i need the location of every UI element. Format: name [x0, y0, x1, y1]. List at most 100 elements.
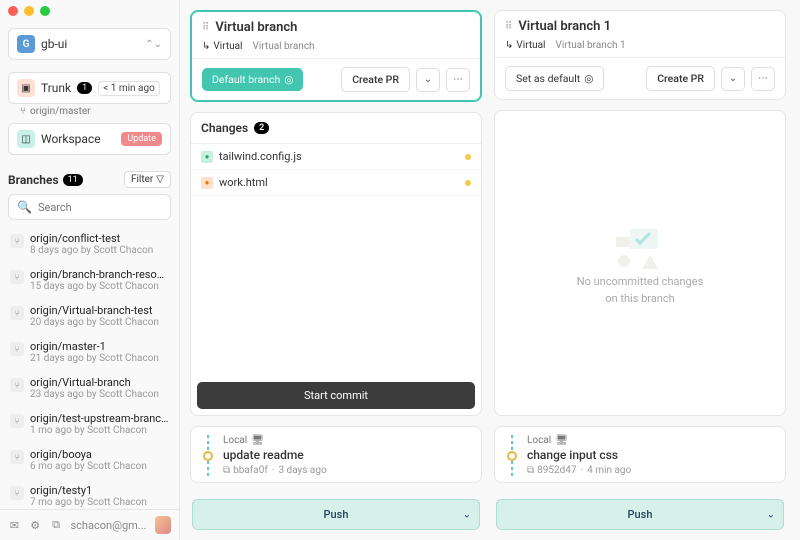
tab-branch-name[interactable]: Virtual branch 1 — [555, 40, 625, 51]
push-button[interactable]: Push ⌄ — [496, 499, 784, 530]
branch-name: origin/booya — [30, 448, 169, 461]
commit-age: 3 days ago — [278, 465, 326, 476]
gear-icon[interactable]: ⚙ — [29, 518, 42, 532]
create-pr-dropdown[interactable]: ⌄ — [416, 68, 440, 92]
branches-count-badge: 11 — [63, 174, 83, 186]
create-pr-dropdown[interactable]: ⌄ — [721, 67, 745, 91]
laptop-icon: 🖥 — [555, 435, 568, 446]
branch-meta: 20 days ago by Scott Chacon — [30, 317, 169, 328]
branch-title: Virtual branch — [215, 20, 297, 35]
branch-item[interactable]: ⑂ origin/testy1 7 mo ago by Scott Chacon — [0, 478, 179, 509]
avatar[interactable] — [155, 516, 172, 534]
branch-item[interactable]: ⑂ origin/master-1 21 days ago by Scott C… — [0, 334, 179, 370]
changes-card: Changes 2 ● tailwind.config.js ● work.ht… — [190, 112, 482, 416]
commit-age: 4 min ago — [587, 465, 631, 476]
chevron-down-icon[interactable]: ⌄ — [767, 509, 775, 520]
trunk-age: < 1 min ago — [98, 81, 160, 96]
sidebar: G gb-ui ⌃⌄ ▣ Trunk 1 < 1 min ago ⑂ origi… — [0, 0, 180, 540]
empty-changes-state: No uncommitted changes on this branch — [495, 111, 785, 415]
commit-message[interactable]: change input css — [527, 448, 775, 462]
branch-item[interactable]: ⑂ origin/test-upstream-branch2 1 mo ago … — [0, 406, 179, 442]
commit-node-icon — [507, 451, 517, 461]
branch-meta: 8 days ago by Scott Chacon — [30, 245, 169, 256]
changed-file-row[interactable]: ● work.html — [191, 170, 481, 196]
workspace-label: Workspace — [41, 132, 101, 146]
push-label: Push — [324, 508, 349, 521]
tab-virtual[interactable]: ↳Virtual — [505, 40, 545, 51]
repo-selector[interactable]: G gb-ui ⌃⌄ — [8, 28, 171, 60]
tab-branch-name[interactable]: Virtual branch — [252, 41, 314, 52]
local-label: Local — [527, 435, 551, 446]
drag-grip-icon[interactable]: ⠿ — [505, 21, 512, 32]
minimize-window-dot[interactable] — [24, 6, 34, 16]
branch-more-button[interactable]: ⋯ — [446, 68, 470, 92]
create-pr-button[interactable]: Create PR — [341, 67, 410, 92]
commit-card: Local🖥 update readme ⧉bbafa0f · 3 days a… — [190, 426, 482, 483]
filter-button[interactable]: Filter ▽ — [124, 171, 171, 188]
trunk-origin: ⑂ origin/master — [8, 104, 171, 123]
update-pill[interactable]: Update — [121, 132, 162, 146]
local-label: Local — [223, 435, 247, 446]
changed-file-row[interactable]: ● tailwind.config.js — [191, 144, 481, 170]
help-icon[interactable]: ⧉ — [50, 518, 63, 532]
file-status-dot — [465, 154, 471, 160]
branch-meta: 23 days ago by Scott Chacon — [30, 389, 169, 400]
tab-virtual[interactable]: ↳Virtual — [202, 41, 242, 52]
filter-label: Filter — [131, 174, 153, 185]
changes-count-badge: 2 — [254, 122, 269, 134]
laptop-icon: 🖥 — [251, 435, 264, 446]
branch-title: Virtual branch 1 — [518, 19, 611, 34]
trunk-count-badge: 1 — [77, 82, 92, 94]
branch-icon: ⑂ — [10, 450, 24, 464]
drag-grip-icon[interactable]: ⠿ — [202, 22, 209, 33]
target-icon: ◎ — [584, 72, 593, 85]
branch-name: origin/test-upstream-branch2 — [30, 412, 169, 425]
trunk-icon: ▣ — [17, 79, 35, 97]
branch-more-button[interactable]: ⋯ — [751, 67, 775, 91]
target-icon: ◎ — [284, 73, 293, 86]
branch-search[interactable]: 🔍 — [8, 194, 171, 220]
branch-name: origin/Virtual-branch-test — [30, 304, 169, 317]
sidebar-footer: ✉ ⚙ ⧉ schacon@gm... — [0, 509, 179, 540]
branch-item[interactable]: ⑂ origin/branch-branch-resource... 15 da… — [0, 262, 179, 298]
branch-name: origin/conflict-test — [30, 232, 169, 245]
window-traffic-lights — [8, 6, 50, 16]
workspace-icon: ◫ — [17, 130, 35, 148]
create-pr-button[interactable]: Create PR — [646, 66, 715, 91]
start-commit-button[interactable]: Start commit — [197, 382, 475, 409]
branch-name: origin/Virtual-branch — [30, 376, 169, 389]
repo-name: gb-ui — [41, 37, 67, 51]
branch-column: ⠿ Virtual branch ↳Virtual Virtual branch… — [190, 10, 482, 530]
branch-icon: ⑂ — [10, 378, 24, 392]
commit-message[interactable]: update readme — [223, 448, 471, 462]
file-status-dot — [465, 180, 471, 186]
empty-msg-line2: on this branch — [605, 292, 674, 305]
maximize-window-dot[interactable] — [40, 6, 50, 16]
workspace-row[interactable]: ◫ Workspace Update — [8, 123, 171, 155]
branch-item[interactable]: ⑂ origin/Virtual-branch-test 20 days ago… — [0, 298, 179, 334]
push-label: Push — [628, 508, 653, 521]
branch-item[interactable]: ⑂ origin/booya 6 mo ago by Scott Chacon — [0, 442, 179, 478]
copy-icon[interactable]: ⧉ — [223, 465, 230, 476]
close-window-dot[interactable] — [8, 6, 18, 16]
set-default-button[interactable]: Set as default◎ — [505, 66, 604, 91]
default-branch-pill[interactable]: Default branch◎ — [202, 68, 303, 91]
branch-item[interactable]: ⑂ origin/Virtual-branch 23 days ago by S… — [0, 370, 179, 406]
search-input[interactable] — [38, 201, 178, 214]
branch-meta: 21 days ago by Scott Chacon — [30, 353, 169, 364]
branch-item[interactable]: ⑂ origin/conflict-test 8 days ago by Sco… — [0, 226, 179, 262]
branch-meta: 7 mo ago by Scott Chacon — [30, 497, 169, 508]
empty-msg-line1: No uncommitted changes — [577, 275, 704, 288]
mail-icon[interactable]: ✉ — [8, 518, 21, 532]
branch-icon: ⑂ — [10, 234, 24, 248]
chevron-down-icon[interactable]: ⌄ — [463, 509, 471, 520]
push-button[interactable]: Push ⌄ — [192, 499, 480, 530]
file-name: work.html — [219, 176, 268, 189]
branch-header-card: ⠿ Virtual branch 1 ↳Virtual Virtual bran… — [494, 10, 786, 100]
copy-icon[interactable]: ⧉ — [527, 465, 534, 476]
commit-sha: bbafa0f — [233, 465, 268, 476]
route-icon: ↳ — [202, 41, 210, 52]
file-type-icon: ● — [201, 151, 213, 163]
trunk-row[interactable]: ▣ Trunk 1 < 1 min ago — [8, 72, 171, 104]
branch-icon: ⑂ — [20, 106, 26, 117]
